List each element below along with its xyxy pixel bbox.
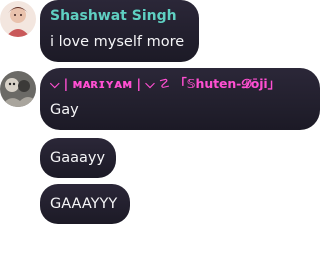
message-text: i love myself more — [50, 34, 185, 50]
message-bubble[interactable]: Shashwat Singh i love myself more — [40, 0, 199, 62]
sender-name[interactable]: ⌵ | ᴍᴀʀɪʏᴀᴍ | ⌵ ☡ 「𝕊huten-𝓓ōji」 — [50, 74, 308, 94]
sender-name[interactable]: Shashwat Singh — [50, 6, 187, 26]
message-text: Gay — [50, 102, 79, 118]
avatar-image — [0, 1, 36, 37]
message-bubble[interactable]: Gaaayy — [40, 138, 116, 178]
avatar-mariyam[interactable] — [0, 71, 36, 107]
message-bubble[interactable]: GAAAYYY — [40, 184, 130, 224]
avatar-shashwat-singh[interactable] — [0, 1, 36, 37]
message-text: GAAAYYY — [50, 196, 118, 212]
message-text: Gaaayy — [50, 150, 106, 166]
chat-thread: Shashwat Singh i love myself more ⌵ | ᴍᴀ… — [0, 0, 320, 276]
message-bubble[interactable]: ⌵ | ᴍᴀʀɪʏᴀᴍ | ⌵ ☡ 「𝕊huten-𝓓ōji」 Gay — [40, 68, 320, 130]
avatar-image — [0, 71, 36, 107]
